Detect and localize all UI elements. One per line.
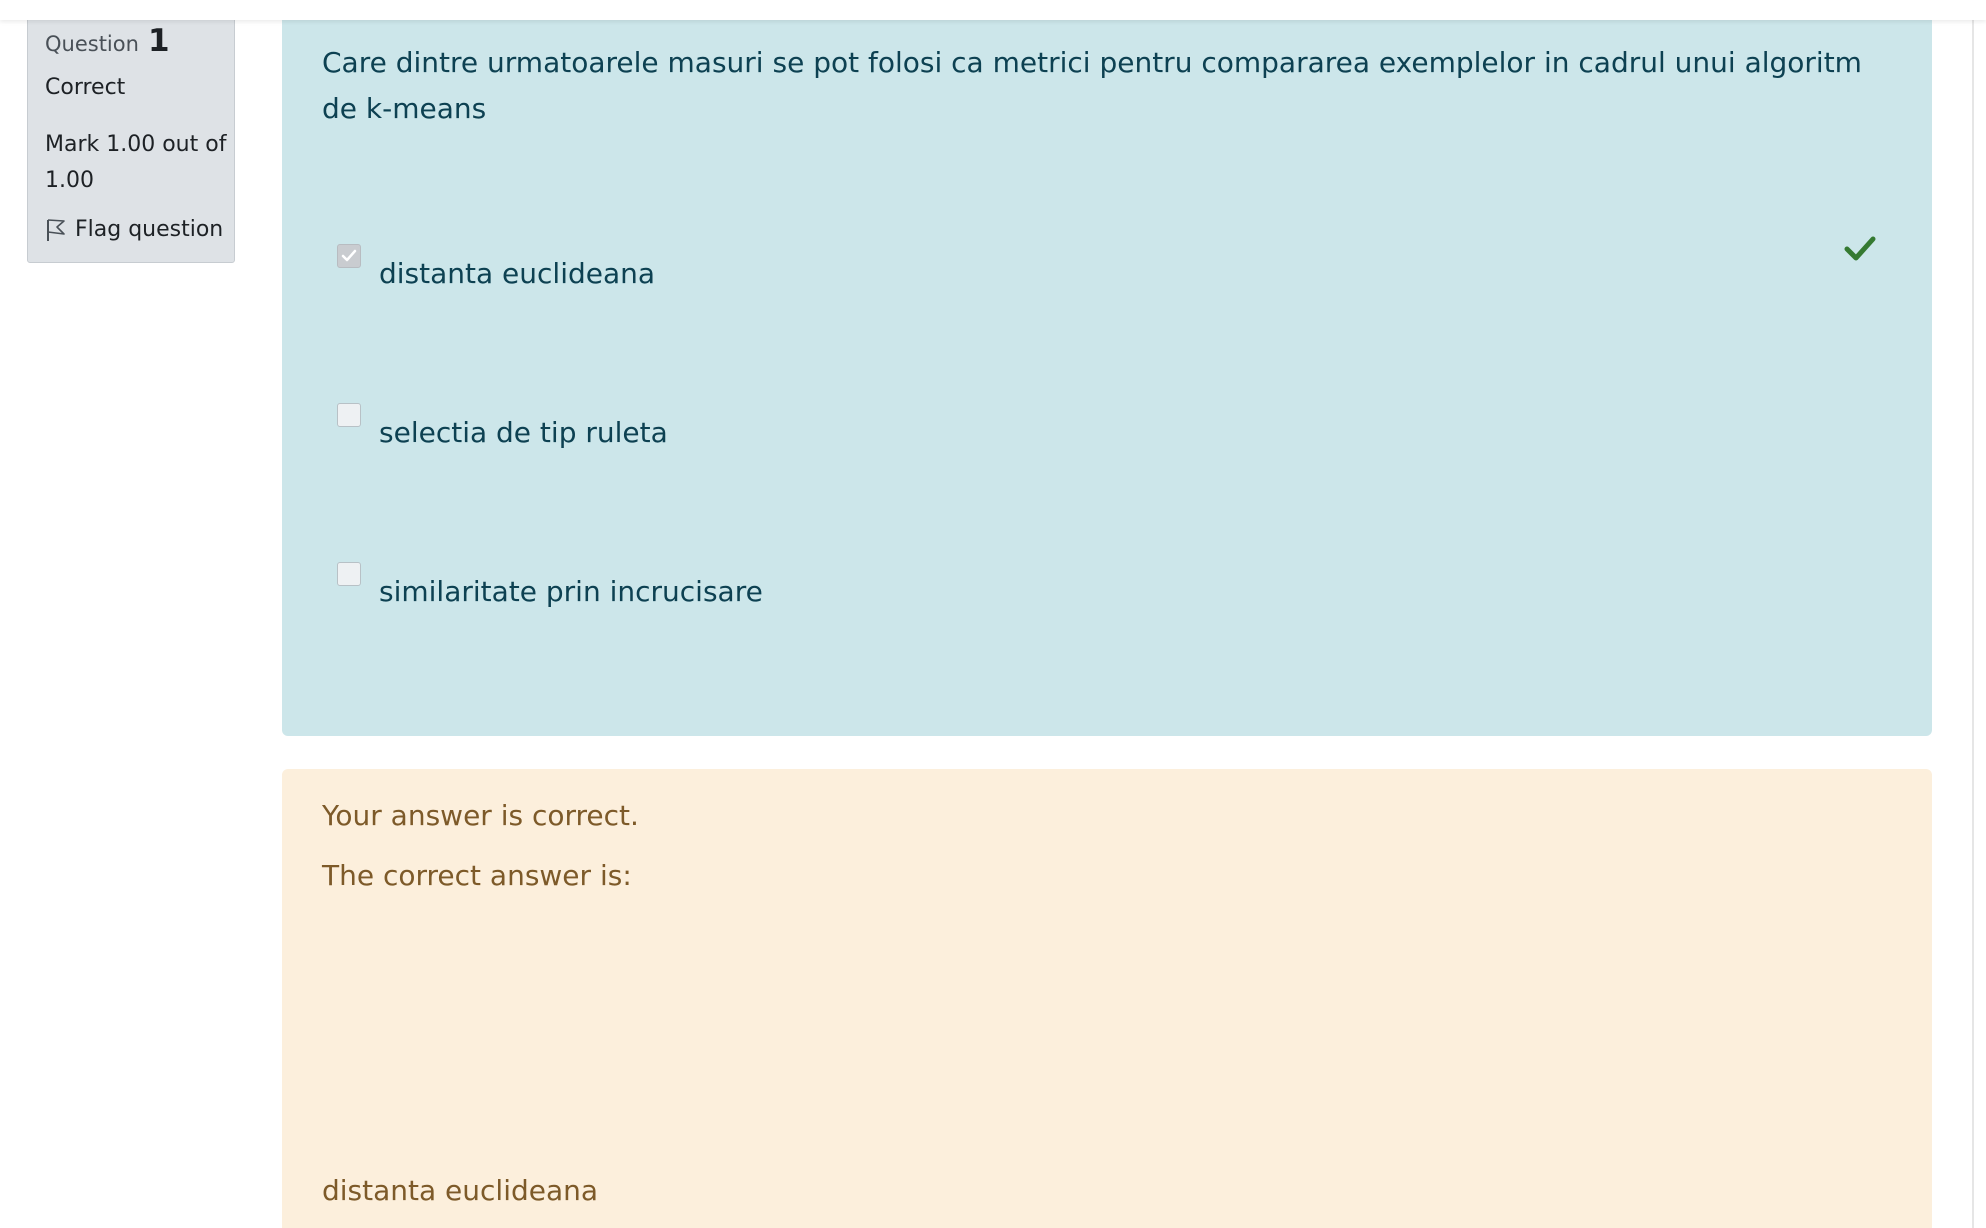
page-edge-divider	[1972, 0, 1974, 1228]
question-info-panel: Question 1 Correct Mark 1.00 out of 1.00…	[27, 0, 235, 263]
specific-feedback: Your answer is correct.	[322, 799, 639, 832]
answer-label-2: selectia de tip ruleta	[379, 416, 668, 449]
question-number: 1	[148, 23, 170, 59]
question-label: Question	[45, 32, 139, 56]
question-state: Correct	[45, 75, 126, 100]
top-header-bar	[0, 0, 1986, 20]
flag-icon	[47, 218, 65, 241]
answer-label-1: distanta euclideana	[379, 257, 656, 290]
question-text: Care dintre urmatoarele masuri se pot fo…	[322, 46, 1862, 125]
question-number-heading: Question 1	[45, 23, 170, 59]
flag-question-button[interactable]: Flag question	[45, 217, 223, 242]
flag-question-label: Flag question	[75, 217, 224, 242]
answer-checkbox-1[interactable]	[337, 244, 361, 268]
question-formulation: Care dintre urmatoarele masuri se pot fo…	[282, 0, 1932, 736]
answer-checkbox-2[interactable]	[337, 403, 361, 427]
right-answer-intro: The correct answer is:	[322, 859, 632, 892]
answer-option-3[interactable]: similaritate prin incrucisare	[337, 562, 763, 608]
answer-checkbox-3[interactable]	[337, 562, 361, 586]
checkmark-icon	[341, 249, 357, 262]
question-grade: Mark 1.00 out of 1.00	[45, 132, 227, 193]
correct-check-icon	[1844, 236, 1876, 261]
answer-option-2[interactable]: selectia de tip ruleta	[337, 403, 668, 449]
answer-option-1[interactable]: distanta euclideana	[337, 244, 655, 290]
right-answer: distanta euclideana	[322, 1174, 599, 1207]
answer-label-3: similaritate prin incrucisare	[379, 575, 763, 608]
question-feedback: Your answer is correct. The correct answ…	[282, 769, 1932, 1228]
